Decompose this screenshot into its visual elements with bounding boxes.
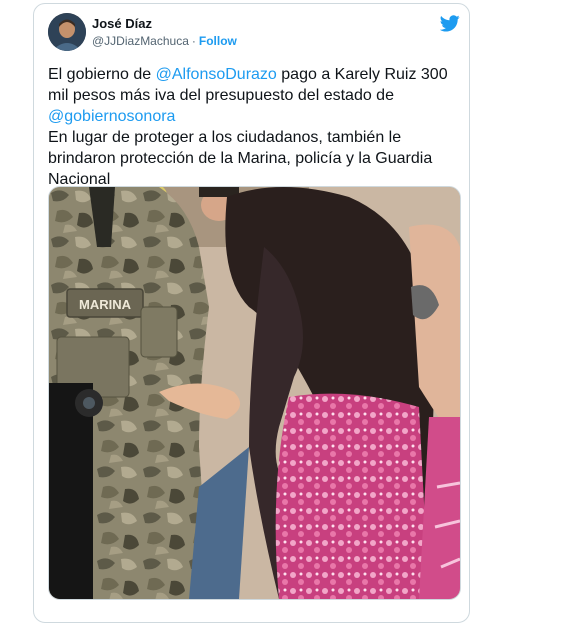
follow-button[interactable]: Follow [199,34,237,48]
tweet-photo[interactable]: MARINA [48,186,461,600]
photo-illustration: MARINA [49,187,460,599]
mention-link-alfonsodurazo[interactable]: @AlfonsoDurazo [156,66,277,83]
author-name[interactable]: José Díaz [92,16,152,31]
avatar[interactable] [48,13,86,51]
separator-dot: · [191,34,196,48]
tweet-paragraph-2: En lugar de proteger a los ciudadanos, t… [48,129,433,188]
mention-link-gobiernosonora[interactable]: @gobiernosonora [48,108,175,125]
marina-patch-text: MARINA [79,297,132,312]
tweet-paragraph-1: El gobierno de @AlfonsoDurazo pago a Kar… [48,64,463,127]
handle-row: @JJDiazMachuca · Follow [92,34,237,48]
tweet-card[interactable]: José Díaz @JJDiazMachuca · Follow El gobie… [33,3,470,623]
avatar-image [48,13,86,51]
twitter-bird-icon[interactable] [439,15,460,37]
tweet-text: El gobierno de @AlfonsoDurazo pago a Kar… [48,64,463,190]
author-handle[interactable]: @JJDiazMachuca [92,34,189,48]
tweet-text-part: El gobierno de [48,66,156,83]
